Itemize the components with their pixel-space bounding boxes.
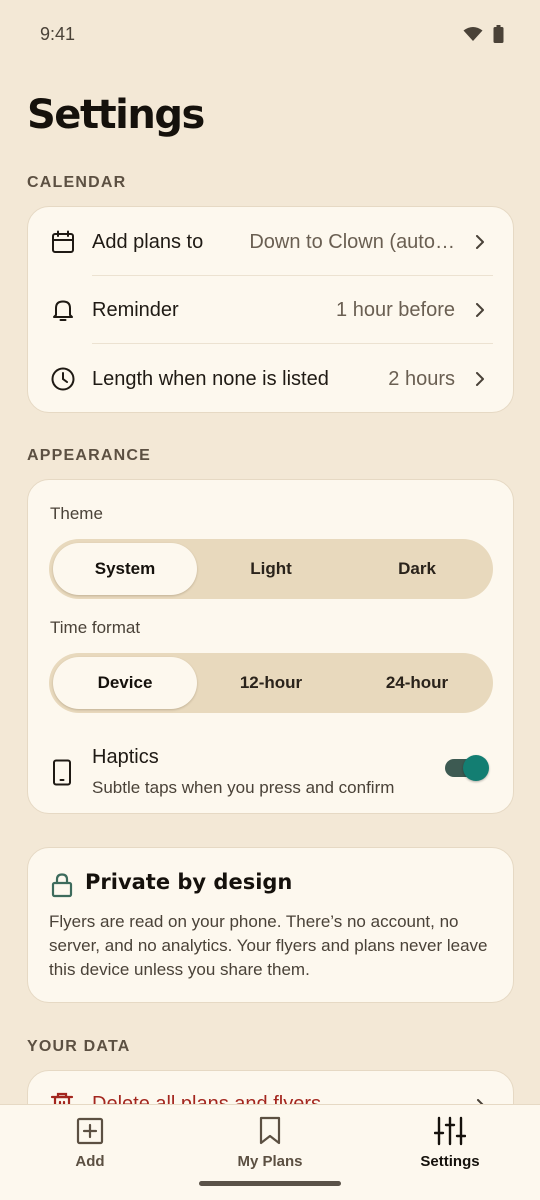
lock-icon: [50, 872, 74, 903]
add-plans-to-row[interactable]: Add plans to Down to Clown (auto…: [28, 208, 513, 276]
battery-icon: [493, 25, 504, 43]
your-data-clip: Delete all plans and flyers: [0, 1070, 540, 1104]
reminder-row[interactable]: Reminder 1 hour before: [28, 276, 513, 344]
bell-icon: [50, 297, 76, 323]
calendar-card: Add plans to Down to Clown (auto… Remind…: [27, 206, 514, 413]
sliders-icon: [434, 1115, 466, 1147]
trash-icon: [50, 1091, 74, 1104]
bookmark-icon: [254, 1115, 286, 1147]
time-format-option-24-hour[interactable]: 24-hour: [345, 657, 489, 709]
delete-all-row[interactable]: Delete all plans and flyers: [27, 1070, 514, 1104]
time-format-segmented-control: Device 12-hour 24-hour: [49, 653, 493, 713]
privacy-title: Private by design: [85, 870, 293, 894]
chevron-right-icon: [476, 303, 484, 317]
nav-my-plans[interactable]: My Plans: [210, 1115, 330, 1175]
add-plans-to-value: Down to Clown (auto…: [249, 230, 455, 253]
privacy-card: Private by design Flyers are read on you…: [27, 847, 514, 1003]
calendar-section-label: CALENDAR: [27, 174, 127, 191]
time-format-label: Time format: [50, 618, 141, 637]
appearance-card: Theme System Light Dark Time format Devi…: [27, 479, 514, 814]
chevron-right-icon: [476, 372, 484, 386]
nav-add-label: Add: [75, 1153, 105, 1170]
appearance-section-label: APPEARANCE: [27, 447, 152, 464]
reminder-value: 1 hour before: [336, 298, 455, 321]
add-icon: [74, 1115, 106, 1147]
status-bar: 9:41: [0, 0, 540, 68]
home-indicator: [199, 1181, 341, 1186]
theme-segmented-control: System Light Dark: [49, 539, 493, 599]
status-time: 9:41: [40, 23, 76, 44]
nav-my-plans-label: My Plans: [237, 1153, 303, 1170]
reminder-label: Reminder: [92, 298, 179, 321]
haptics-title: Haptics: [92, 746, 159, 768]
your-data-section-label: YOUR DATA: [27, 1038, 131, 1055]
privacy-body: Flyers are read on your phone. There’s n…: [49, 912, 488, 979]
divider: [92, 343, 493, 344]
nav-add[interactable]: Add: [30, 1115, 150, 1175]
time-format-option-12-hour[interactable]: 12-hour: [199, 657, 343, 709]
theme-option-system[interactable]: System: [53, 543, 197, 595]
theme-label: Theme: [50, 504, 103, 523]
default-length-label: Length when none is listed: [92, 367, 329, 390]
chevron-right-icon: [476, 235, 484, 249]
nav-settings[interactable]: Settings: [390, 1115, 510, 1175]
default-length-value: 2 hours: [388, 367, 455, 390]
haptics-subtitle: Subtle taps when you press and confirm: [92, 778, 395, 797]
delete-all-label: Delete all plans and flyers: [92, 1093, 322, 1104]
wifi-icon: [463, 27, 483, 41]
theme-option-dark[interactable]: Dark: [345, 543, 489, 595]
status-icons: [463, 25, 504, 43]
default-length-row[interactable]: Length when none is listed 2 hours: [28, 345, 513, 413]
clock-icon: [50, 366, 76, 392]
calendar-icon: [50, 229, 76, 255]
add-plans-to-label: Add plans to: [92, 230, 204, 253]
time-format-option-device[interactable]: Device: [53, 657, 197, 709]
nav-settings-label: Settings: [420, 1153, 480, 1170]
theme-option-light[interactable]: Light: [199, 543, 343, 595]
phone-icon: [52, 759, 74, 792]
page-title: Settings: [27, 92, 205, 138]
toggle-thumb: [463, 755, 489, 781]
haptics-toggle[interactable]: [445, 755, 489, 781]
